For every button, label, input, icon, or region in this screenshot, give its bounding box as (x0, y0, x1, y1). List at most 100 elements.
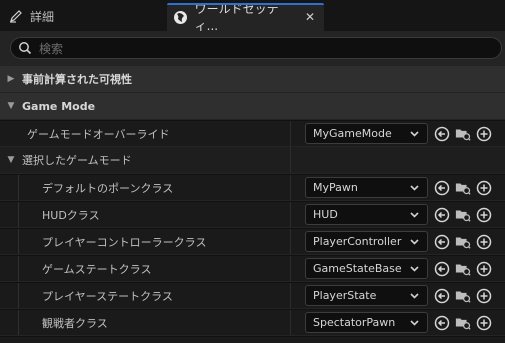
chevron-down-icon (409, 236, 420, 250)
asset-actions (434, 288, 492, 304)
chevron-down-icon (409, 209, 420, 223)
property-label: ゲームモードオーバーライド (27, 127, 170, 141)
combo-value: GameStateBase (313, 262, 402, 275)
chevron-down-icon (409, 317, 420, 331)
property-row: プレイヤーステートクラス PlayerState (0, 282, 505, 308)
use-selected-icon[interactable] (434, 288, 450, 304)
chevron-down-icon: ▼ (7, 101, 15, 111)
property-value: MyGameMode (292, 121, 505, 146)
combo-value: SpectatorPawn (313, 316, 396, 329)
property-row: HUDクラス HUD (0, 201, 505, 227)
chevron-down-icon (409, 290, 420, 304)
combo-value: PlayerController (313, 235, 402, 248)
browse-folder-icon[interactable] (455, 315, 471, 331)
pencil-icon (8, 8, 24, 24)
property-label: デフォルトのポーンクラス (42, 181, 174, 195)
search-box[interactable]: 検索 (10, 37, 502, 59)
class-combo[interactable]: SpectatorPawn (305, 312, 428, 333)
use-selected-icon[interactable] (434, 126, 450, 142)
section-precomputed-visibility[interactable]: ▶ 事前計算された可視性 (0, 66, 505, 92)
browse-folder-icon[interactable] (455, 288, 471, 304)
combo-value: MyGameMode (313, 127, 392, 140)
tab-details-label: 詳細 (30, 9, 55, 24)
property-name: ゲームステートクラス (0, 256, 291, 281)
tab-details[interactable]: 詳細 (8, 6, 54, 26)
asset-actions (434, 207, 492, 223)
use-selected-icon[interactable] (434, 315, 450, 331)
asset-actions (434, 180, 492, 196)
property-value: PlayerState (292, 283, 505, 308)
class-combo[interactable]: MyPawn (305, 177, 428, 198)
browse-folder-icon[interactable] (455, 180, 471, 196)
combo-value: PlayerState (313, 289, 377, 302)
property-name: プレイヤーコントローラークラス (0, 229, 291, 254)
asset-actions (434, 315, 492, 331)
property-row: プレイヤーコントローラークラス PlayerController (0, 228, 505, 254)
section-title: 事前計算された可視性 (22, 73, 132, 86)
partial-row (0, 336, 505, 343)
asset-actions (434, 234, 492, 250)
property-label: ゲームステートクラス (42, 262, 152, 276)
chevron-down-icon: ▼ (7, 155, 15, 165)
property-label: プレイヤーコントローラークラス (42, 235, 207, 249)
property-row: ゲームステートクラス GameStateBase (0, 255, 505, 281)
section-game-mode[interactable]: ▼ Game Mode (0, 93, 505, 119)
property-label: HUDクラス (42, 208, 100, 222)
property-name: 観戦者クラス (0, 310, 291, 335)
browse-folder-icon[interactable] (455, 126, 471, 142)
property-group-label: 選択したゲームモード (22, 154, 132, 167)
combo-value: MyPawn (313, 181, 358, 194)
create-new-icon[interactable] (476, 234, 492, 250)
use-selected-icon[interactable] (434, 180, 450, 196)
create-new-icon[interactable] (476, 126, 492, 142)
browse-folder-icon[interactable] (455, 234, 471, 250)
property-value: MyPawn (292, 175, 505, 200)
create-new-icon[interactable] (476, 315, 492, 331)
property-name: ゲームモードオーバーライド (0, 121, 291, 146)
selected-game-mode-header[interactable]: ▼ 選択したゲームモード (0, 147, 505, 173)
create-new-icon[interactable] (476, 207, 492, 223)
chevron-right-icon: ▶ (7, 74, 15, 84)
search-icon (17, 40, 33, 56)
create-new-icon[interactable] (476, 261, 492, 277)
chevron-down-icon (409, 128, 420, 142)
tab-world-settings-label: ワールドセッティ... (194, 2, 279, 33)
search-input[interactable]: 検索 (39, 40, 63, 57)
property-value: SpectatorPawn (292, 310, 505, 335)
property-label: プレイヤーステートクラス (42, 289, 173, 303)
class-combo[interactable]: PlayerController (305, 231, 428, 252)
property-name: プレイヤーステートクラス (0, 283, 291, 308)
use-selected-icon[interactable] (434, 261, 450, 277)
globe-icon (173, 9, 189, 25)
property-label: 観戦者クラス (42, 316, 108, 330)
class-combo[interactable]: HUD (305, 204, 428, 225)
details-panel: 検索 ▶ 事前計算された可視性 ▼ Game Mode ゲームモードオーバーライ… (0, 31, 505, 343)
property-value: HUD (292, 202, 505, 227)
browse-folder-icon[interactable] (455, 261, 471, 277)
class-combo[interactable]: PlayerState (305, 285, 428, 306)
asset-actions (434, 126, 492, 142)
tab-world-settings[interactable]: ワールドセッティ... ✕ (167, 2, 324, 33)
property-row: 観戦者クラス SpectatorPawn (0, 309, 505, 335)
class-combo[interactable]: GameStateBase (305, 258, 428, 279)
chevron-down-icon (409, 182, 420, 196)
asset-actions (434, 261, 492, 277)
property-name: デフォルトのポーンクラス (0, 175, 291, 200)
chevron-down-icon (409, 263, 420, 277)
property-name: ▼ 選択したゲームモード (0, 147, 291, 173)
tab-bar: 詳細 ワールドセッティ... ✕ (0, 0, 505, 33)
combo-value: HUD (313, 208, 338, 221)
use-selected-icon[interactable] (434, 234, 450, 250)
property-value: PlayerController (292, 229, 505, 254)
create-new-icon[interactable] (476, 288, 492, 304)
use-selected-icon[interactable] (434, 207, 450, 223)
game-mode-override-combo[interactable]: MyGameMode (305, 123, 428, 144)
create-new-icon[interactable] (476, 180, 492, 196)
section-title: Game Mode (22, 99, 96, 113)
browse-folder-icon[interactable] (455, 207, 471, 223)
game-mode-override-row: ゲームモードオーバーライド MyGameMode (0, 120, 505, 146)
property-row: デフォルトのポーンクラス MyPawn (0, 174, 505, 200)
property-value: GameStateBase (292, 256, 505, 281)
close-icon[interactable]: ✕ (305, 10, 315, 24)
property-name: HUDクラス (0, 202, 291, 227)
